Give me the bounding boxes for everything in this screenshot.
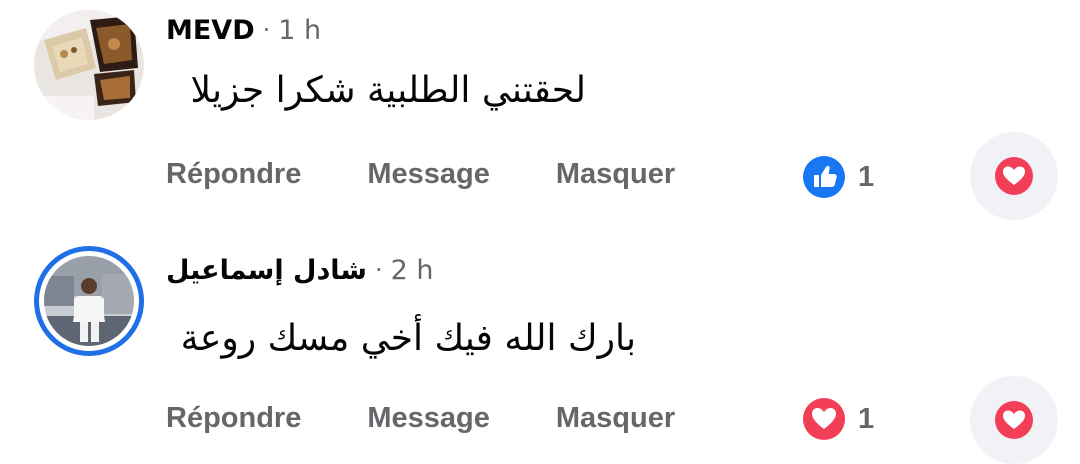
react-button[interactable] bbox=[970, 376, 1058, 464]
hide-button[interactable]: Masquer bbox=[556, 158, 675, 191]
comment-text: بارك الله فيك أخي مسك روعة bbox=[180, 318, 636, 359]
reaction-summary[interactable]: 1 bbox=[802, 397, 874, 441]
avatar[interactable] bbox=[34, 246, 144, 356]
like-icon bbox=[803, 156, 845, 198]
separator-dot: · bbox=[262, 16, 271, 44]
reply-button[interactable]: Répondre bbox=[166, 402, 301, 435]
love-icon bbox=[995, 401, 1033, 439]
separator-dot: · bbox=[374, 256, 383, 284]
hide-button[interactable]: Masquer bbox=[556, 402, 675, 435]
timestamp[interactable]: 1 h bbox=[278, 15, 321, 46]
player-photo-avatar-icon bbox=[44, 256, 134, 346]
author-name[interactable]: MEVD bbox=[166, 15, 255, 46]
timestamp[interactable]: 2 h bbox=[391, 255, 434, 286]
reaction-summary[interactable]: 1 bbox=[802, 155, 874, 199]
message-button[interactable]: Message bbox=[367, 402, 490, 435]
love-icon bbox=[995, 157, 1033, 195]
comment-text: لحقتني الطلبية شكرا جزيلا bbox=[190, 70, 586, 111]
reaction-count: 1 bbox=[858, 402, 875, 435]
message-button[interactable]: Message bbox=[367, 158, 490, 191]
comment-header: MEVD · 1 h bbox=[166, 10, 321, 50]
comment-header: شادل إسماعيل · 2 h bbox=[166, 250, 434, 290]
avatar[interactable] bbox=[34, 10, 144, 120]
reaction-count: 1 bbox=[858, 160, 875, 193]
author-name[interactable]: شادل إسماعيل bbox=[166, 255, 367, 286]
love-icon bbox=[803, 398, 845, 440]
reply-button[interactable]: Répondre bbox=[166, 158, 301, 191]
comment-actions: Répondre Message Masquer bbox=[166, 154, 675, 194]
food-photo-avatar-icon bbox=[34, 10, 144, 120]
comment-actions: Répondre Message Masquer bbox=[166, 398, 675, 438]
react-button[interactable] bbox=[970, 132, 1058, 220]
